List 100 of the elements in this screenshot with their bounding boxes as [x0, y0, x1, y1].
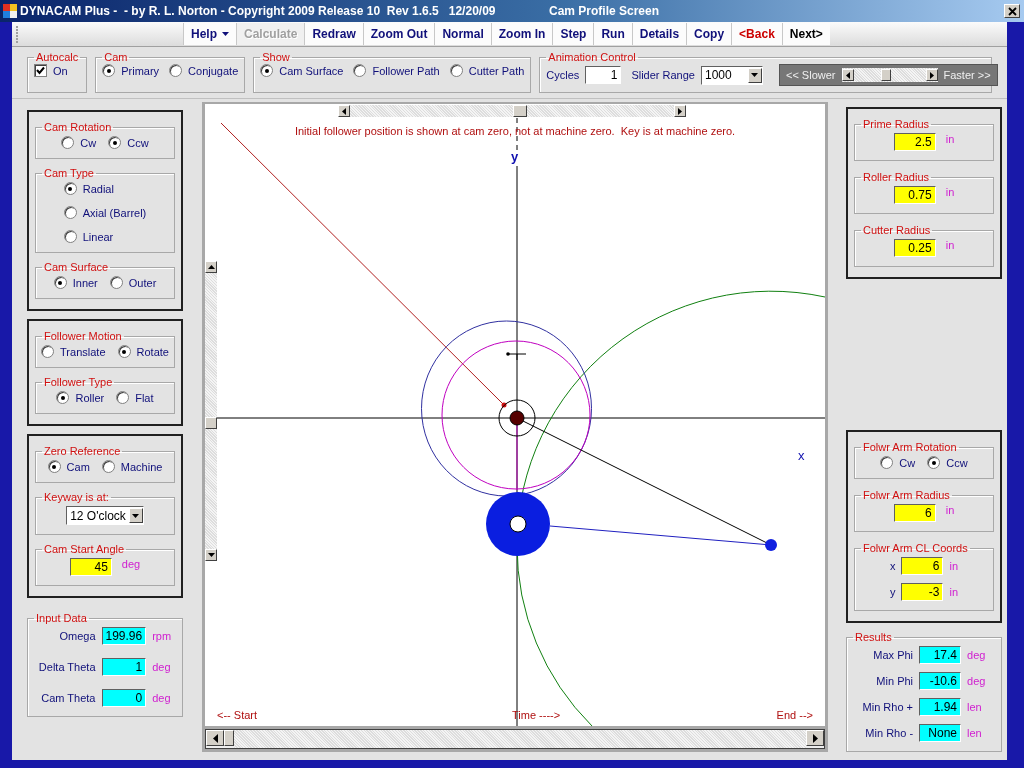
toolbar-button[interactable]: Step [552, 23, 594, 45]
value-field[interactable]: 0 [101, 689, 147, 707]
value-field[interactable]: 199.96 [101, 627, 147, 645]
value-field[interactable]: 2.5 [893, 133, 936, 151]
radio-button[interactable] [260, 64, 274, 77]
group-title: Roller Radius [862, 171, 931, 183]
radio-button[interactable] [101, 460, 115, 473]
radio-button[interactable] [880, 456, 894, 469]
radio-button[interactable] [353, 64, 367, 77]
field-label: Slider Range [631, 69, 695, 81]
right-arrow-icon [929, 71, 934, 79]
scroll-right-button[interactable] [674, 105, 686, 117]
radio-button[interactable] [53, 276, 67, 289]
group-title: Prime Radius [862, 118, 931, 130]
horizontal-scrollbar[interactable] [205, 729, 825, 749]
app-icon [3, 4, 17, 18]
radio-button[interactable] [56, 391, 70, 404]
value-field[interactable]: 1 [585, 66, 622, 84]
group-title: Cam [103, 51, 129, 63]
option-label: On [53, 64, 68, 77]
radio-button[interactable] [117, 345, 131, 358]
scroll-thumb[interactable] [224, 730, 234, 746]
slider-track[interactable] [841, 68, 938, 82]
value-field[interactable]: None [919, 724, 962, 742]
option-label: Roller [75, 391, 105, 404]
radio-button[interactable] [169, 64, 183, 77]
toolbar-button[interactable]: Copy [686, 23, 732, 45]
group-title: Cam Surface [43, 261, 110, 273]
left-arrow-icon [212, 733, 218, 743]
field-label: y [889, 586, 896, 598]
toolbar-button[interactable]: Zoom In [490, 23, 553, 45]
scroll-right-button[interactable] [806, 730, 824, 746]
value-field[interactable]: -10.6 [919, 672, 962, 690]
option-label: Cutter Path [468, 64, 525, 77]
unit-label: deg [152, 692, 172, 704]
group-title: Show [261, 51, 291, 63]
dropdown[interactable]: 12 O'clock [66, 506, 144, 525]
dropdown[interactable]: 1000 [700, 65, 763, 85]
radio-button[interactable] [61, 136, 75, 149]
note-text: Initial follower position is shown at cam zero, not at machine zero. Key is at machine zero. [293, 125, 737, 137]
toolbar-button[interactable]: Zoom Out [362, 23, 435, 45]
option-label: Inner [72, 276, 98, 289]
value-field[interactable]: 6 [893, 504, 936, 522]
scroll-thumb[interactable] [513, 105, 527, 117]
radio-button[interactable] [41, 345, 55, 358]
radio-button[interactable] [63, 182, 77, 195]
radio-button[interactable] [449, 64, 463, 77]
cam-hub [498, 399, 536, 437]
value-field[interactable]: 17.4 [919, 646, 962, 664]
value-field[interactable]: -3 [901, 583, 944, 601]
group-title: Cam Rotation [43, 121, 113, 133]
screen-title: Cam Profile Screen [549, 4, 660, 18]
radio-button[interactable] [116, 391, 130, 404]
radio-button[interactable] [109, 276, 123, 289]
radio-button[interactable] [63, 230, 77, 243]
horizontal-scrollbar[interactable] [338, 105, 686, 117]
scroll-left-button[interactable] [841, 69, 854, 81]
group-title: Animation Control [547, 51, 637, 63]
scroll-left-button[interactable] [338, 105, 350, 117]
unit-label: in [949, 586, 959, 598]
dropdown-arrow-button[interactable] [747, 67, 762, 83]
scroll-left-button[interactable] [206, 730, 224, 746]
right-arrow-icon [678, 107, 682, 115]
value-field[interactable]: 1.94 [919, 698, 962, 716]
toolbar-button[interactable]: <Back [731, 23, 782, 45]
toolbar-button[interactable]: Details [631, 23, 687, 45]
radio-button[interactable] [927, 456, 941, 469]
toolbar-button[interactable]: Redraw [304, 23, 363, 45]
field-label: Delta Theta [38, 661, 96, 673]
value-field[interactable]: 0.75 [893, 186, 936, 204]
value-field[interactable]: 6 [901, 557, 944, 575]
radio-button[interactable] [47, 460, 61, 473]
scroll-up-button[interactable] [205, 261, 217, 273]
value-field[interactable]: 0.25 [893, 239, 936, 257]
vertical-scrollbar[interactable] [205, 261, 217, 561]
toolbar-button[interactable]: Help [183, 23, 236, 45]
slider-thumb[interactable] [881, 69, 892, 81]
unit-label: deg [967, 649, 986, 661]
toolbar-button[interactable]: Next> [781, 23, 830, 45]
toolbar-button[interactable]: Run [593, 23, 632, 45]
checkbox[interactable] [34, 64, 47, 77]
option-label: Cw [899, 456, 916, 469]
slider-label: << Slower [785, 69, 836, 81]
toolbar-button[interactable]: Normal [434, 23, 491, 45]
scroll-right-button[interactable] [925, 69, 938, 81]
dropdown-arrow-button[interactable] [128, 508, 143, 523]
scroll-down-button[interactable] [205, 549, 217, 561]
value-field[interactable]: 45 [69, 558, 112, 576]
option-label: Flat [135, 391, 154, 404]
close-button[interactable] [1004, 4, 1020, 18]
value-field[interactable]: 1 [101, 658, 147, 676]
radio-button[interactable] [102, 64, 116, 77]
unit-label: deg [152, 661, 172, 673]
option-label: Outer [128, 276, 157, 289]
unit-label: in [945, 239, 955, 253]
scroll-thumb[interactable] [205, 417, 217, 429]
radio-button[interactable] [108, 136, 122, 149]
axis-label: x [798, 448, 805, 463]
radio-button[interactable] [63, 206, 77, 219]
caret-icon [222, 32, 229, 36]
